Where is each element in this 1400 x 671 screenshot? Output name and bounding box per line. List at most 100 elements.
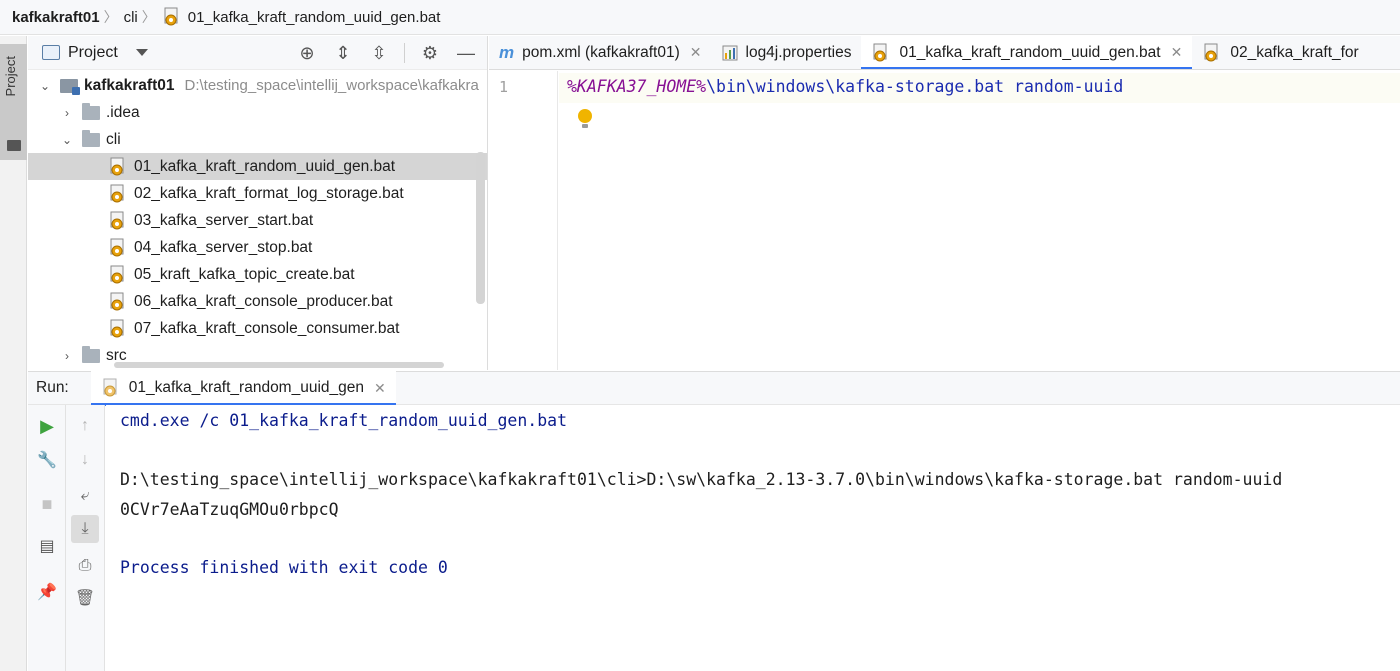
project-pane-header: Project ⊕ ⇕ ⇳ ⚙ — — [28, 36, 487, 70]
bat-file-icon — [1204, 43, 1218, 61]
tab-label: log4j.properties — [745, 43, 852, 61]
code-line[interactable]: %KAFKA37_HOME%\bin\windows\kafka-storage… — [567, 77, 1123, 96]
run-label: Run: — [36, 379, 69, 396]
editor-tab-bar: m pom.xml (kafkakraft01) ✕ log4j.propert… — [489, 36, 1400, 70]
folder-icon — [82, 102, 100, 120]
breadcrumb-file[interactable]: 01_kafka_kraft_random_uuid_gen.bat — [162, 7, 440, 27]
tree-item-label: kafkakraft01 — [84, 76, 175, 94]
folder-icon — [7, 140, 21, 151]
tree-item-file[interactable]: 04_kafka_server_stop.bat — [28, 234, 487, 261]
tree-item-label: 06_kafka_kraft_console_producer.bat — [134, 292, 393, 310]
tree-item-label: .idea — [106, 103, 140, 121]
console-line: Process finished with exit code 0 — [120, 558, 448, 577]
tree-item-file[interactable]: 02_kafka_kraft_format_log_storage.bat — [28, 180, 487, 207]
env-variable-token: %KAFKA37_HOME% — [567, 77, 707, 96]
tree-item-file[interactable]: 05_kraft_kafka_topic_create.bat — [28, 261, 487, 288]
arrow-up-icon[interactable]: ↑ — [74, 415, 96, 437]
collapse-all-icon[interactable]: ⇳ — [368, 42, 390, 64]
tree-item-label: cli — [106, 130, 121, 148]
run-toolbar-primary: ▶ 🔧 ■ ▤ 📌 — [28, 405, 66, 671]
breadcrumb-folder[interactable]: cli — [124, 9, 138, 26]
pin-icon[interactable]: 📌 — [36, 581, 58, 603]
tab-log4j-properties[interactable]: log4j.properties — [712, 36, 862, 69]
code-text: \bin\windows\kafka-storage.bat random-uu… — [706, 77, 1124, 96]
toolbar-divider — [404, 43, 405, 63]
project-tool-window-label: Project — [3, 56, 18, 97]
console-line: 0CVr7eAaTzuqGMOu0rbpcQ — [120, 500, 339, 519]
soft-wrap-icon[interactable]: ⤶ — [74, 485, 96, 507]
tree-item-file[interactable]: 07_kafka_kraft_console_consumer.bat — [28, 315, 487, 342]
tab-pom-xml[interactable]: m pom.xml (kafkakraft01) ✕ — [489, 36, 712, 69]
bat-file-icon — [110, 157, 124, 175]
bat-file-icon — [110, 238, 124, 256]
project-pane-toolbar: ⊕ ⇕ ⇳ ⚙ — — [296, 36, 477, 70]
run-tab[interactable]: 01_kafka_kraft_random_uuid_gen ✕ — [90, 371, 396, 406]
tab-random-uuid-gen[interactable]: 01_kafka_kraft_random_uuid_gen.bat ✕ — [861, 36, 1193, 69]
bat-file-icon — [103, 378, 117, 397]
breadcrumb-separator-icon: 〉 — [103, 9, 118, 25]
project-pane-title[interactable]: Project — [68, 44, 118, 62]
bat-file-icon — [110, 292, 124, 310]
bat-file-icon — [110, 319, 124, 337]
trash-icon[interactable]: 🗑 — [74, 587, 96, 609]
arrow-down-icon[interactable]: ↓ — [74, 449, 96, 471]
scroll-to-end-icon[interactable]: ⤓ — [71, 515, 99, 543]
chevron-right-icon[interactable]: › — [60, 106, 74, 120]
folder-icon — [82, 345, 100, 363]
code-editor[interactable]: 1 %KAFKA37_HOME%\bin\windows\kafka-stora… — [489, 71, 1400, 370]
chevron-right-icon[interactable]: › — [60, 349, 74, 363]
tree-item-label: 07_kafka_kraft_console_consumer.bat — [134, 319, 400, 337]
console-line: D:\testing_space\intellij_workspace\kafk… — [120, 470, 1283, 489]
tab-format-log-storage[interactable]: 02_kafka_kraft_for — [1192, 36, 1368, 69]
bat-file-icon — [110, 211, 124, 229]
console-line: cmd.exe /c 01_kafka_kraft_random_uuid_ge… — [120, 411, 568, 430]
bat-file-icon — [873, 43, 887, 61]
gear-icon[interactable]: ⚙ — [419, 42, 441, 64]
tree-item-cli[interactable]: ⌄ cli — [28, 126, 487, 153]
console-output[interactable]: cmd.exe /c 01_kafka_kraft_random_uuid_ge… — [106, 405, 1400, 671]
tree-item-idea[interactable]: › .idea — [28, 99, 487, 126]
run-panel-header: Run: 01_kafka_kraft_random_uuid_gen ✕ — [28, 371, 1400, 406]
print-icon[interactable]: ⎙ — [74, 555, 96, 577]
locate-crosshair-icon[interactable]: ⊕ — [296, 42, 318, 64]
chevron-down-icon[interactable] — [135, 49, 148, 56]
module-folder-icon — [60, 78, 80, 95]
tab-label: 02_kafka_kraft_for — [1230, 43, 1359, 61]
wrench-icon[interactable]: 🔧 — [36, 449, 58, 471]
tab-label: pom.xml (kafkakraft01) — [522, 43, 680, 61]
minimize-icon[interactable]: — — [455, 42, 477, 64]
close-icon[interactable]: ✕ — [374, 380, 386, 397]
stop-icon[interactable]: ■ — [36, 493, 58, 515]
rerun-play-icon[interactable]: ▶ — [36, 415, 58, 437]
bat-file-icon — [110, 184, 124, 202]
tree-item-label: 02_kafka_kraft_format_log_storage.bat — [134, 184, 404, 202]
project-tree: ⌄ kafkakraft01 D:\testing_space\intellij… — [28, 70, 487, 369]
chevron-down-icon[interactable]: ⌄ — [60, 133, 74, 147]
bat-file-icon — [110, 265, 124, 283]
close-icon[interactable]: ✕ — [1171, 44, 1183, 61]
tree-item-file[interactable]: 06_kafka_kraft_console_producer.bat — [28, 288, 487, 315]
expand-all-icon[interactable]: ⇕ — [332, 42, 354, 64]
tree-item-root[interactable]: ⌄ kafkakraft01 D:\testing_space\intellij… — [28, 72, 487, 99]
breadcrumb-separator-icon: 〉 — [141, 9, 156, 25]
tree-item-label: 04_kafka_server_stop.bat — [134, 238, 313, 256]
lightbulb-icon[interactable] — [578, 109, 592, 128]
run-toolbar-secondary: ↑ ↓ ⤶ ⤓ ⎙ 🗑 — [66, 405, 105, 671]
root-path-text: D:\testing_space\intellij_workspace\kafk… — [184, 77, 479, 94]
tree-item-label: 01_kafka_kraft_random_uuid_gen.bat — [134, 157, 396, 175]
folder-icon — [82, 129, 100, 147]
project-tool-window-tab[interactable]: Project — [0, 44, 27, 160]
editor-gutter: 1 — [489, 71, 558, 370]
tab-label: 01_kafka_kraft_random_uuid_gen.bat — [899, 43, 1161, 61]
close-icon[interactable]: ✕ — [690, 44, 702, 61]
breadcrumb-project[interactable]: kafkakraft01 — [12, 9, 100, 26]
tree-item-file[interactable]: 03_kafka_server_start.bat — [28, 207, 487, 234]
chevron-down-icon[interactable]: ⌄ — [38, 79, 52, 93]
tree-item-label: 05_kraft_kafka_topic_create.bat — [134, 265, 355, 283]
project-pane: Project ⊕ ⇕ ⇳ ⚙ — ⌄ kafkakraft01 D:\test… — [28, 36, 488, 370]
layout-icon[interactable]: ▤ — [36, 535, 58, 557]
run-tab-label: 01_kafka_kraft_random_uuid_gen — [128, 379, 365, 396]
vertical-scrollbar[interactable] — [476, 152, 485, 304]
horizontal-scrollbar[interactable] — [114, 362, 444, 368]
tree-item-file[interactable]: 01_kafka_kraft_random_uuid_gen.bat — [28, 153, 487, 180]
